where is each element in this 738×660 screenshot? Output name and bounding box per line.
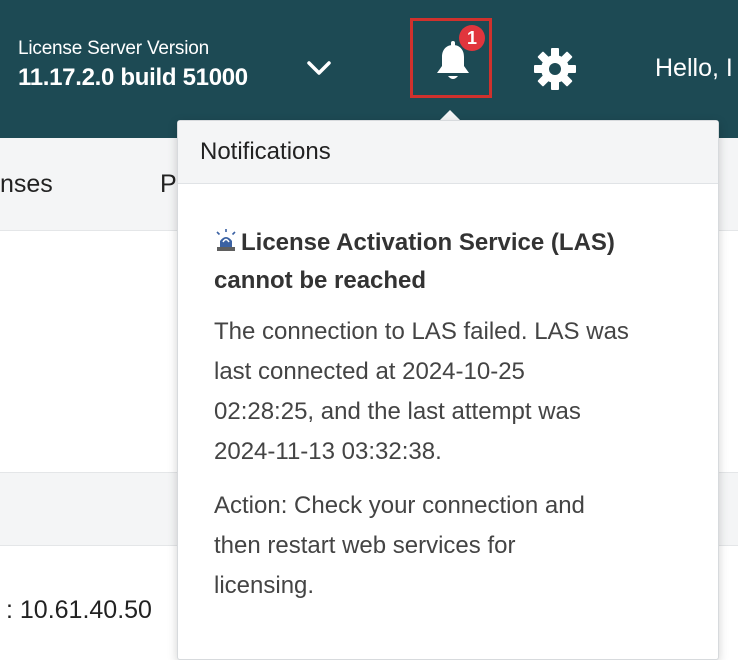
action-line: licensing.: [214, 572, 315, 599]
user-greeting[interactable]: Hello, I: [655, 54, 733, 83]
notification-title-line-1: License Activation Service (LAS): [241, 229, 615, 256]
action-line: then restart web services for: [214, 532, 516, 559]
notification-action: Action: Check your connection and then r…: [214, 486, 688, 606]
notification-count-badge: 1: [459, 25, 485, 51]
version-label: License Server Version: [18, 38, 209, 59]
gear-icon[interactable]: [532, 46, 578, 92]
notification-title-line-2: cannot be reached: [214, 267, 427, 294]
notifications-button[interactable]: 1: [410, 18, 492, 98]
notification-message: The connection to LAS failed. LAS was la…: [214, 312, 688, 472]
nav-item-p[interactable]: P: [160, 170, 177, 199]
notifications-popover: Notifications License Activation Service…: [177, 120, 719, 660]
top-header: License Server Version 11.17.2.0 build 5…: [0, 0, 738, 138]
siren-icon: [216, 229, 236, 251]
license-server-version: License Server Version 11.17.2.0 build 5…: [18, 38, 248, 92]
notification-item[interactable]: License Activation Service (LAS) cannot …: [178, 184, 718, 606]
message-line: 2024-11-13 03:32:38.: [214, 438, 442, 465]
message-line: The connection to LAS failed. LAS was: [214, 318, 629, 345]
version-value: 11.17.2.0 build 51000: [18, 64, 248, 91]
ip-address-value: : 10.61.40.50: [6, 596, 152, 624]
notifications-title: Notifications: [178, 121, 718, 184]
chevron-down-icon[interactable]: [305, 58, 333, 78]
nav-item-licenses[interactable]: nses: [0, 170, 53, 199]
notification-title: License Activation Service (LAS) cannot …: [214, 224, 688, 300]
message-line: last connected at 2024-10-25: [214, 358, 525, 385]
action-line: Action: Check your connection and: [214, 492, 585, 519]
message-line: 02:28:25, and the last attempt was: [214, 398, 581, 425]
